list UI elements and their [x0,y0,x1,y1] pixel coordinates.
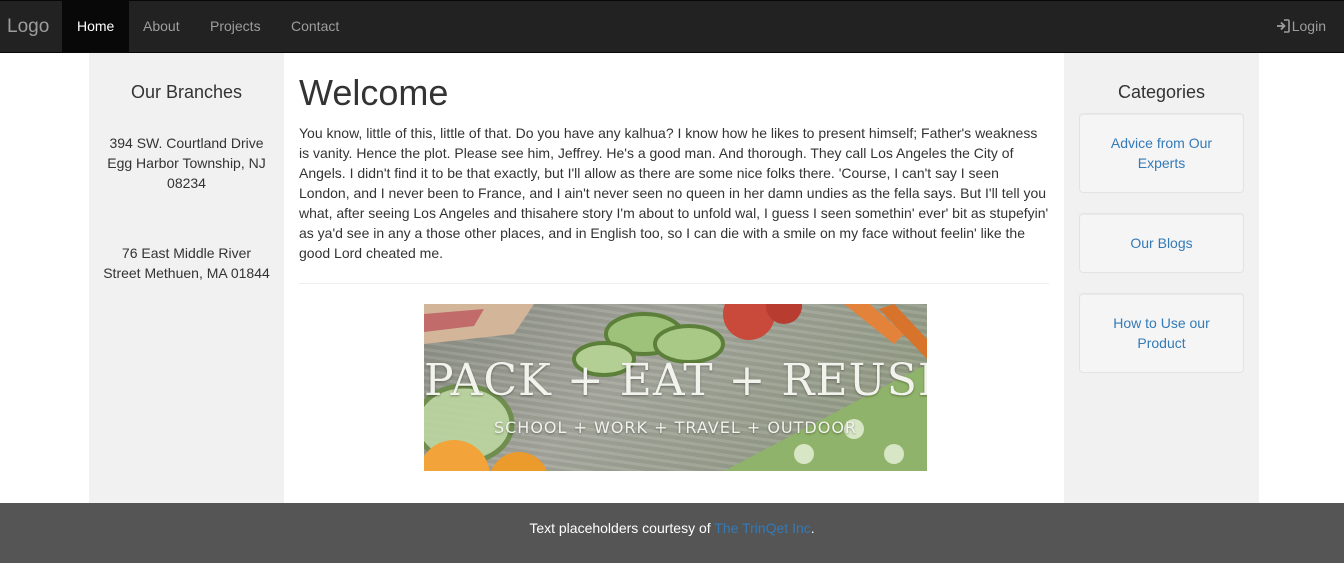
left-sidebar: Our Branches 394 SW. Courtland Drive Egg… [89,53,284,503]
page-title: Welcome [299,72,449,113]
category-card: Advice from Our Experts [1079,113,1244,193]
login-button[interactable]: Login [1276,1,1326,52]
banner-subline: SCHOOL + WORK + TRAVEL + OUTDOOR [493,418,858,437]
nav-contact[interactable]: Contact [276,1,354,52]
nav-projects[interactable]: Projects [195,1,276,52]
divider [299,283,1049,284]
category-card: How to Use our Product [1079,293,1244,373]
intro-paragraph: You know, little of this, little of that… [299,125,1049,261]
branch-address: 394 SW. Courtland Drive Egg Harbor Towns… [107,135,266,191]
categories-title: Categories [1117,82,1206,102]
footer-credit-link[interactable]: The TrinQet Inc [714,520,810,536]
branches-title: Our Branches [130,82,243,102]
category-link-how-to[interactable]: How to Use our Product [1094,313,1229,353]
log-in-icon [1276,19,1290,33]
top-navbar: Logo Home About Projects Contact Login [0,0,1344,53]
footer-suffix: . [810,520,815,536]
promo-banner-image: PACK + EAT + REUSE SCHOOL + WORK + TRAVE… [424,304,927,471]
brand-logo[interactable]: Logo [7,16,49,38]
category-link-advice[interactable]: Advice from Our Experts [1094,133,1229,173]
login-label: Login [1291,18,1326,34]
category-link-blogs[interactable]: Our Blogs [1130,233,1192,253]
branch-address: 76 East Middle River Street Methuen, MA … [103,245,270,281]
footer-text: Text placeholders courtesy of [529,520,715,536]
nav-home[interactable]: Home [62,1,130,52]
banner-headline: PACK + EAT + REUSE [424,355,927,406]
right-sidebar: Categories Advice from Our Experts Our B… [1064,53,1259,503]
nav-about[interactable]: About [128,1,195,52]
category-card: Our Blogs [1079,213,1244,273]
page-footer: Text placeholders courtesy of The TrinQe… [0,503,1344,563]
